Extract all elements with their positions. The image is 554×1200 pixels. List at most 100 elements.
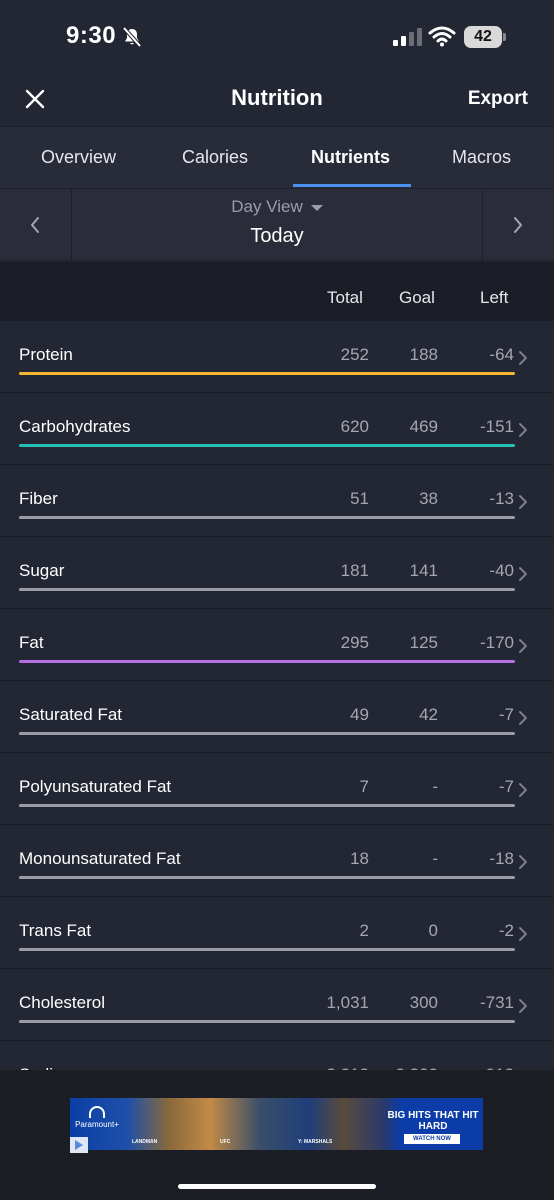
nutrient-progress-bar — [19, 948, 515, 951]
ad-cta-button[interactable]: WATCH NOW — [404, 1134, 460, 1144]
ad-banner[interactable]: Paramount+ LANDMAN UFC Y: MARSHALS BIG H… — [70, 1098, 483, 1150]
nutrient-total: 18 — [350, 849, 369, 868]
nutrient-row[interactable]: Fat 295 125 -170 — [0, 609, 554, 681]
nutrient-total: 2 — [359, 921, 369, 940]
nutrient-goal: 141 — [409, 561, 438, 580]
nutrient-name: Monounsaturated Fat — [19, 849, 181, 868]
nav-header: Nutrition Export — [0, 72, 554, 126]
nutrient-progress-bar — [19, 588, 515, 591]
current-date-label: Today — [250, 225, 304, 247]
nutrient-row[interactable]: Protein 252 188 -64 — [0, 321, 554, 393]
nutrient-row[interactable]: Fiber 51 38 -13 — [0, 465, 554, 537]
nutrient-name: Carbohydrates — [19, 417, 131, 436]
day-view-dropdown[interactable]: Day View — [0, 197, 554, 217]
nutrient-row[interactable]: Saturated Fat 49 42 -7 — [0, 681, 554, 753]
day-view-label: Day View — [231, 197, 303, 216]
nutrient-left: -170 — [479, 633, 514, 652]
nutrient-goal: 125 — [409, 633, 438, 652]
tab-calories[interactable]: Calories — [182, 147, 248, 168]
nutrient-total: 252 — [340, 345, 369, 364]
nutrient-progress-bar — [19, 516, 515, 519]
nutrient-progress-bar — [19, 732, 515, 735]
tab-nutrients[interactable]: Nutrients — [311, 147, 390, 168]
ad-headline: BIG HITS THAT HIT HARD — [387, 1110, 479, 1132]
chevron-right-icon — [519, 495, 527, 509]
nutrient-name: Fat — [19, 633, 44, 652]
nutrient-left: -18 — [489, 849, 514, 868]
nutrient-left: -2 — [498, 921, 514, 940]
nutrient-goal: 42 — [419, 705, 438, 724]
home-indicator — [178, 1184, 376, 1189]
nutrient-total: 49 — [350, 705, 369, 724]
nutrient-row[interactable]: Sugar 181 141 -40 — [0, 537, 554, 609]
chevron-right-icon — [519, 783, 527, 797]
export-button[interactable]: Export — [468, 88, 528, 110]
active-tab-indicator — [293, 184, 411, 187]
nutrient-progress-bar — [19, 876, 515, 879]
nutrient-goal: - — [432, 849, 438, 868]
nutrient-name: Saturated Fat — [19, 705, 123, 724]
nutrient-left: -40 — [489, 561, 514, 580]
status-time: 9:30 — [66, 22, 117, 49]
nutrient-goal: 469 — [409, 417, 438, 436]
caret-down-icon — [310, 204, 323, 211]
chevron-right-icon — [519, 711, 527, 725]
nutrient-total: 620 — [340, 417, 369, 436]
nutrient-name: Polyunsaturated Fat — [19, 777, 172, 796]
nutrient-left: -7 — [498, 777, 514, 796]
ad-caption: LANDMAN — [132, 1139, 158, 1145]
nutrient-total: 7 — [359, 777, 369, 796]
bell-muted-icon — [122, 26, 142, 48]
nutrient-goal: - — [432, 777, 438, 796]
nutrient-row[interactable]: Cholesterol 1,031 300 -731 — [0, 969, 554, 1041]
chevron-right-icon — [514, 217, 522, 233]
adchoices-icon[interactable] — [70, 1137, 88, 1153]
battery-indicator: 42 — [464, 26, 506, 48]
nutrient-progress-bar — [19, 1020, 515, 1023]
nutrient-row[interactable]: Monounsaturated Fat 18 - -18 — [0, 825, 554, 897]
status-bar: 9:30 42 — [0, 0, 554, 72]
tab-overview[interactable]: Overview — [41, 147, 116, 168]
date-navigator: Day View Today — [0, 188, 554, 262]
nutrient-left: -731 — [479, 993, 514, 1012]
chevron-right-icon — [519, 927, 527, 941]
chevron-right-icon — [519, 855, 527, 869]
nutrient-left: -7 — [498, 705, 514, 724]
ad-container: Paramount+ LANDMAN UFC Y: MARSHALS BIG H… — [0, 1070, 554, 1200]
nutrient-total: 181 — [340, 561, 369, 580]
next-day-button[interactable] — [482, 189, 554, 262]
column-header-total: Total — [327, 288, 363, 307]
tab-macros[interactable]: Macros — [452, 147, 511, 168]
ad-logo: Paramount+ — [74, 1106, 120, 1129]
wifi-icon — [428, 26, 456, 47]
nutrient-progress-bar — [19, 804, 515, 807]
chevron-right-icon — [519, 567, 527, 581]
chevron-right-icon — [519, 351, 527, 365]
nutrient-name: Sugar — [19, 561, 65, 580]
nutrient-list: Protein 252 188 -64 Carbohydrates 620 46… — [0, 321, 554, 1070]
nutrient-row[interactable]: Carbohydrates 620 469 -151 — [0, 393, 554, 465]
column-headers: Total Goal Left — [0, 262, 554, 321]
nutrient-total: 295 — [340, 633, 369, 652]
column-header-goal: Goal — [399, 288, 435, 307]
nutrient-name: Protein — [19, 345, 73, 364]
nutrient-row[interactable]: Trans Fat 2 0 -2 — [0, 897, 554, 969]
column-header-left: Left — [480, 288, 509, 307]
battery-level: 42 — [464, 26, 502, 48]
nutrient-total: 1,031 — [326, 993, 369, 1012]
nutrient-name: Cholesterol — [19, 993, 105, 1012]
nutrient-name: Fiber — [19, 489, 58, 508]
ad-caption: UFC — [220, 1139, 231, 1145]
tab-bar: Overview Calories Nutrients Macros — [0, 126, 554, 188]
nutrient-row[interactable]: Polyunsaturated Fat 7 - -7 — [0, 753, 554, 825]
nutrient-left: -13 — [489, 489, 514, 508]
nutrient-progress-bar — [19, 444, 515, 447]
nutrient-row[interactable]: Sodium 3,212 2,300 -912 — [0, 1041, 554, 1070]
nutrient-goal: 188 — [409, 345, 438, 364]
nutrient-goal: 0 — [428, 921, 438, 940]
nutrient-progress-bar — [19, 660, 515, 663]
nutrient-left: -151 — [479, 417, 514, 436]
nutrient-left: -64 — [489, 345, 514, 364]
nutrient-name: Trans Fat — [19, 921, 92, 940]
nutrient-total: 51 — [350, 489, 369, 508]
